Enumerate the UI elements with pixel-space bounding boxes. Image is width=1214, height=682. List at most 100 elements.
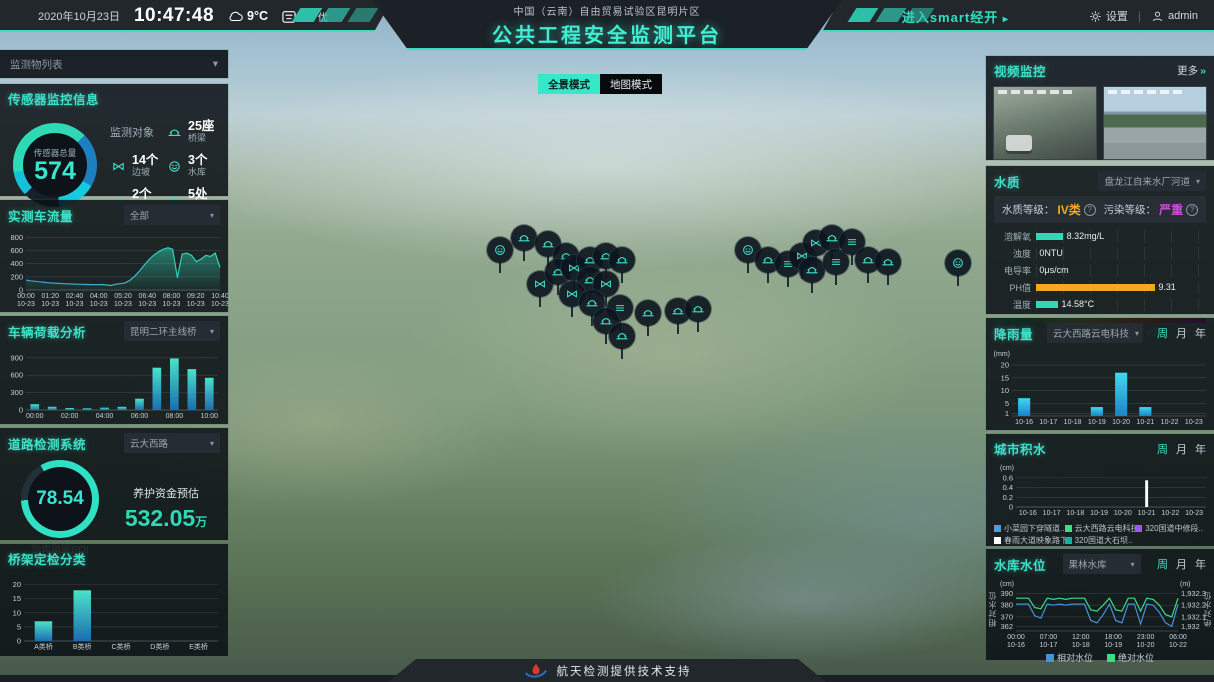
settings-button[interactable]: 设置	[1089, 8, 1128, 24]
help-icon[interactable]: ?	[1186, 204, 1198, 216]
arrow-right-icon: ▸	[1003, 14, 1009, 25]
chevron-down-icon: ▾	[210, 327, 214, 336]
legend-item[interactable]: 320国道大石坝..	[1065, 535, 1136, 547]
map-marker-reservoir[interactable]	[487, 237, 513, 263]
legend-item[interactable]: 320国道中修段..	[1135, 523, 1206, 535]
monitor-list-placeholder: 监测物列表	[10, 57, 63, 72]
bridge-icon	[640, 305, 656, 321]
svg-text:10-17: 10-17	[1039, 419, 1057, 426]
maintenance-estimate-label: 养护资金预估	[112, 485, 220, 501]
svg-text:10-22: 10-22	[1161, 510, 1179, 517]
reservoir-level-panel: 水库水位 果林水库▾ 周月年 相对水位 绝对水位 3621,9323701,93…	[986, 549, 1214, 660]
svg-text:600: 600	[10, 246, 23, 255]
load-filter-dropdown[interactable]: 昆明二环主线桥▾	[124, 321, 220, 341]
svg-text:10-16: 10-16	[1019, 510, 1037, 517]
svg-text:10-16: 10-16	[1015, 419, 1033, 426]
svg-text:5: 5	[1005, 399, 1009, 408]
tab-week[interactable]: 周	[1157, 441, 1168, 457]
pqi-value: 78.54	[36, 488, 84, 510]
reservoir-icon	[492, 242, 508, 258]
legend-item[interactable]: 云大西路云电科技..	[1065, 523, 1136, 535]
water-metric-row: PH值 9.31	[994, 279, 1206, 296]
map-mode-button[interactable]: 地图模式	[600, 74, 662, 94]
maintenance-estimate-value: 532.05万	[112, 505, 220, 532]
svg-text:10-23: 10-23	[1185, 510, 1203, 517]
rainfall-site-dropdown[interactable]: 云大西路云电科技▾	[1047, 323, 1143, 343]
tab-year[interactable]: 年	[1195, 556, 1206, 572]
bridge-icon	[824, 230, 840, 246]
reservoir-level-chart: 3621,9323701,932.13801,932.23901,932.3(c…	[986, 577, 1214, 651]
svg-text:00:00: 00:00	[26, 413, 44, 420]
svg-text:10-18: 10-18	[1064, 419, 1082, 426]
header-decoration-left	[296, 8, 374, 22]
legend-item[interactable]: 小菜园下穿隧道..	[994, 523, 1065, 535]
legend-item[interactable]: 相对水位	[1046, 651, 1093, 664]
tab-year[interactable]: 年	[1195, 325, 1206, 341]
svg-text:(mm): (mm)	[994, 351, 1010, 358]
svg-text:02:40: 02:40	[66, 293, 84, 300]
support-text: 航天检测提供技术支持	[557, 663, 692, 679]
svg-text:23:00: 23:00	[1137, 634, 1155, 641]
video-thumbnail-1[interactable]	[994, 87, 1096, 159]
map-marker-bridge[interactable]	[511, 225, 537, 251]
bridge-icon	[880, 254, 896, 270]
map-marker-bridge[interactable]	[799, 257, 825, 283]
map-marker-bridge[interactable]	[685, 296, 711, 322]
platform-subtitle: 中国（云南）自由贸易试验区昆明片区	[514, 3, 701, 18]
panel-title: 降雨量	[994, 324, 1033, 343]
bridge-icon	[804, 262, 820, 278]
map-marker-bridge[interactable]	[875, 249, 901, 275]
tab-month[interactable]: 月	[1176, 556, 1187, 572]
svg-text:08:00: 08:00	[163, 293, 181, 300]
tab-month[interactable]: 月	[1176, 325, 1187, 341]
svg-text:10-17: 10-17	[1039, 642, 1057, 649]
traffic-filter-dropdown[interactable]: 全部▾	[124, 205, 220, 225]
flooding-period-tabs: 周月年	[1157, 441, 1206, 457]
svg-text:10-23: 10-23	[138, 301, 156, 308]
tab-month[interactable]: 月	[1176, 441, 1187, 457]
video-thumbnail-2[interactable]	[1104, 87, 1206, 159]
tab-week[interactable]: 周	[1157, 556, 1168, 572]
panel-title: 城市积水	[994, 439, 1046, 458]
svg-text:10-22: 10-22	[1169, 642, 1187, 649]
reservoir-period-tabs: 周月年	[1157, 556, 1206, 572]
vehicle-load-chart: 030060090000:0002:0004:0006:0008:0010:00	[0, 344, 228, 424]
rainfall-panel: 降雨量 云大西路云电科技▾ 周月年 15101520(mm)10-1610-17…	[986, 318, 1214, 430]
svg-text:370: 370	[1000, 612, 1013, 621]
reservoir-icon	[950, 255, 966, 271]
svg-text:10-20: 10-20	[1112, 419, 1130, 426]
bridge-icon	[760, 252, 776, 268]
header-clock: 10:47:48	[134, 5, 214, 27]
svg-text:00:00: 00:00	[17, 293, 35, 300]
map-marker-bridge[interactable]	[609, 323, 635, 349]
legend-item[interactable]: 春雨大道映象路下穿..	[994, 535, 1065, 547]
tab-year[interactable]: 年	[1195, 441, 1206, 457]
panorama-mode-button[interactable]: 全景模式	[538, 74, 600, 94]
road-inspection-panel: 道路检测系统 云大西路▾ 78.54 沥青路面PQI 养护资金预估 532.05…	[0, 428, 228, 540]
svg-text:02:00: 02:00	[61, 413, 79, 420]
panel-title: 道路检测系统	[8, 434, 86, 453]
map-marker-bridge[interactable]	[609, 247, 635, 273]
map-marker-bridge[interactable]	[635, 300, 661, 326]
svg-text:A类桥: A类桥	[34, 642, 53, 651]
video-more-link[interactable]: 更多»	[1177, 63, 1206, 78]
panel-title: 桥架定检分类	[8, 549, 86, 568]
map-marker-reservoir[interactable]	[945, 250, 971, 276]
tab-week[interactable]: 周	[1157, 325, 1168, 341]
svg-text:10-23: 10-23	[90, 301, 108, 308]
help-icon[interactable]: ?	[1084, 204, 1096, 216]
monitored-object-stat: 3个水库	[166, 149, 222, 183]
road-filter-dropdown[interactable]: 云大西路▾	[124, 433, 220, 453]
bridge-classification-panel: 桥架定检分类 05101520A类桥B类桥C类桥D类桥E类桥	[0, 544, 228, 656]
legend-item[interactable]: 绝对水位	[1107, 651, 1154, 664]
bridge-icon	[516, 230, 532, 246]
water-source-dropdown[interactable]: 盘龙江自来水厂河道▾	[1098, 171, 1206, 191]
right-axis-label: 绝对水位	[1202, 591, 1213, 627]
water-metric-row: 溶解氧 8.32mg/L	[994, 228, 1206, 245]
aerospace-logo	[523, 662, 549, 679]
video-osd-text	[1108, 90, 1184, 94]
user-menu[interactable]: admin	[1151, 10, 1198, 23]
monitor-list-dropdown[interactable]: 监测物列表 ▾	[0, 50, 228, 78]
reservoir-dropdown[interactable]: 果林水库▾	[1063, 554, 1141, 574]
svg-text:09:20: 09:20	[187, 293, 205, 300]
